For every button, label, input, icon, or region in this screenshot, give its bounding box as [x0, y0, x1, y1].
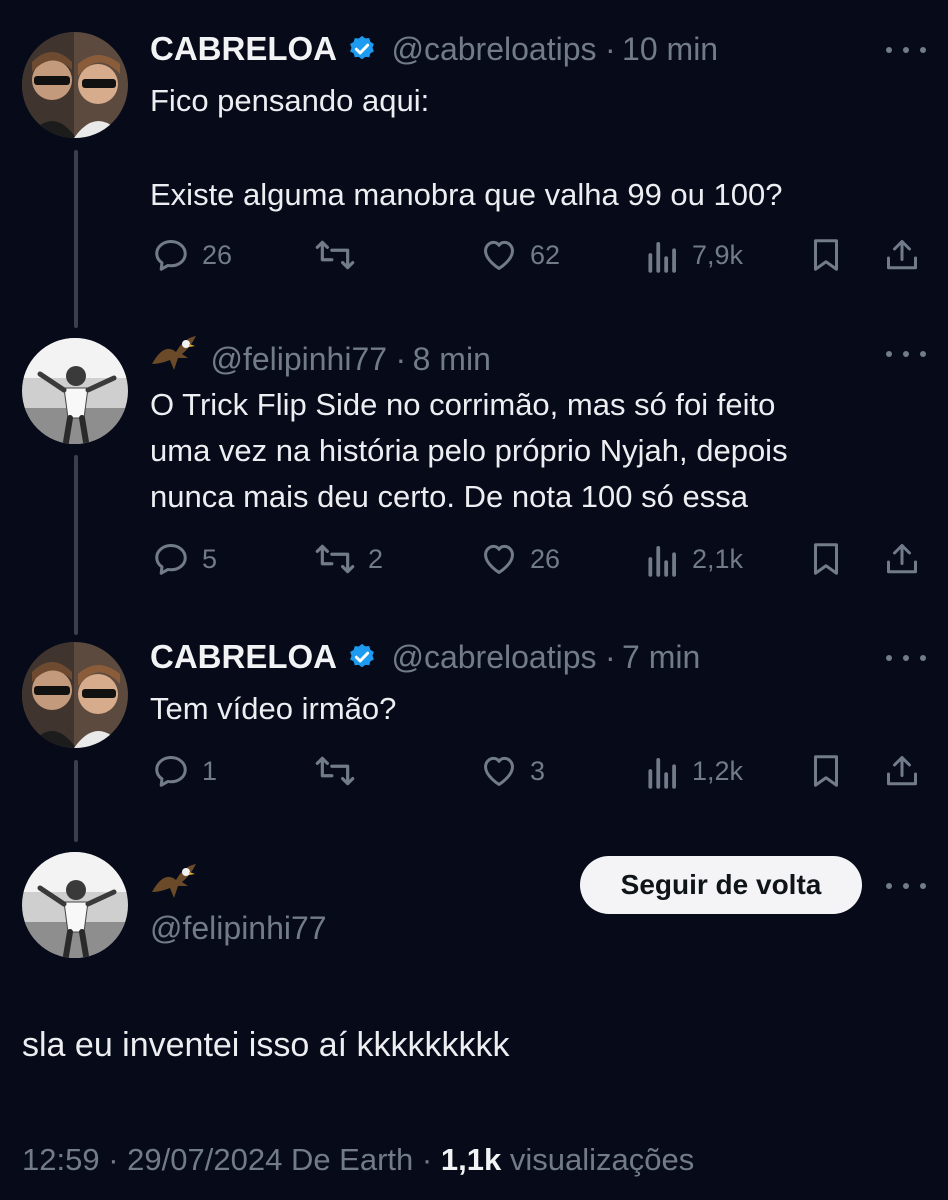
avatar-cabreloa[interactable]	[22, 642, 128, 748]
tweet-time[interactable]: 12:59	[22, 1142, 100, 1177]
views-count: 7,9k	[692, 239, 744, 270]
tweet1-header: CABRELOA @cabreloatips · 10 min	[150, 30, 718, 69]
share-icon	[887, 544, 917, 574]
views-total[interactable]: 1,1k	[441, 1142, 501, 1177]
eagle-icon	[150, 862, 198, 909]
avatar-cabreloa[interactable]	[22, 32, 128, 138]
reply-icon	[155, 756, 187, 787]
main-tweet-text: sla eu inventei isso aí kkkkkkkkk	[22, 1026, 510, 1064]
tweet-date[interactable]: 29/07/2024	[127, 1142, 282, 1177]
tweet-thread-page: CABRELOA @cabreloatips · 10 min Fico pen…	[0, 0, 948, 1200]
main-handle[interactable]: @felipinhi77	[150, 910, 327, 947]
tweet-source[interactable]: De Earth	[291, 1142, 413, 1177]
like-button[interactable]: 26	[480, 540, 560, 578]
tweet2-header: @felipinhi77 · 8 min	[150, 334, 491, 381]
avatar-felipinhi77[interactable]	[22, 852, 128, 958]
views-chart-icon	[648, 242, 676, 273]
views-button[interactable]: 7,9k	[646, 236, 743, 274]
handle[interactable]: @felipinhi77	[210, 341, 387, 377]
views-chart-icon	[648, 546, 676, 577]
share-icon	[887, 240, 917, 270]
tweet-meta: 12:59 · 29/07/2024 De Earth · 1,1k visua…	[22, 1142, 694, 1178]
retweet-button[interactable]	[314, 236, 368, 274]
thread-line	[74, 455, 78, 635]
bookmark-button[interactable]	[808, 236, 844, 274]
heart-icon	[484, 756, 514, 786]
like-button[interactable]: 3	[480, 752, 545, 790]
share-button[interactable]	[884, 236, 920, 274]
views-button[interactable]: 1,2k	[646, 752, 743, 790]
separator: ·	[604, 31, 616, 67]
heart-icon	[484, 544, 514, 574]
handle[interactable]: @cabreloatips	[391, 31, 596, 67]
eagle-icon	[150, 334, 198, 381]
separator: ·	[395, 341, 407, 377]
verified-badge-icon	[347, 642, 377, 677]
reply-button[interactable]: 5	[152, 540, 217, 578]
avatar-felipinhi77[interactable]	[22, 338, 128, 444]
bookmark-icon	[814, 755, 838, 787]
timestamp[interactable]: 10 min	[622, 31, 718, 67]
views-label: visualizações	[509, 1142, 695, 1177]
verified-badge-icon	[347, 34, 377, 69]
more-options-icon[interactable]	[886, 44, 926, 56]
retweet-icon	[315, 240, 355, 270]
views-button[interactable]: 2,1k	[646, 540, 743, 578]
separator: ·	[108, 1142, 119, 1177]
share-button[interactable]	[884, 752, 920, 790]
share-button[interactable]	[884, 540, 920, 578]
heart-icon	[484, 240, 514, 270]
bookmark-icon	[814, 239, 838, 271]
reply-count: 26	[202, 239, 233, 270]
bookmark-button[interactable]	[808, 540, 844, 578]
retweet-count: 2	[368, 543, 384, 574]
thread-line	[74, 150, 78, 328]
reply-icon	[155, 240, 187, 271]
follow-back-button[interactable]: Seguir de volta	[580, 856, 862, 914]
tweet3-header: CABRELOA @cabreloatips · 7 min	[150, 638, 700, 677]
retweet-icon	[315, 544, 355, 574]
timestamp[interactable]: 7 min	[622, 639, 700, 675]
like-count: 62	[530, 239, 561, 270]
like-count: 3	[530, 755, 546, 786]
like-button[interactable]: 62	[480, 236, 560, 274]
reply-count: 5	[202, 543, 218, 574]
timestamp[interactable]: 8 min	[413, 341, 491, 377]
more-options-icon[interactable]	[886, 348, 926, 360]
tweet-text: O Trick Flip Side no corrimão, mas só fo…	[150, 387, 788, 514]
tweet-text: Fico pensando aqui:	[150, 83, 430, 118]
tweet-text: Existe alguma manobra que valha 99 ou 10…	[150, 177, 783, 212]
bookmark-button[interactable]	[808, 752, 844, 790]
thread-line	[74, 760, 78, 842]
views-count: 1,2k	[692, 755, 744, 786]
reply-count: 1	[202, 755, 218, 786]
handle[interactable]: @cabreloatips	[391, 639, 596, 675]
reply-icon	[155, 544, 187, 575]
like-count: 26	[530, 543, 561, 574]
share-icon	[887, 756, 917, 786]
retweet-button[interactable]	[314, 752, 368, 790]
separator: ·	[604, 639, 616, 675]
separator: ·	[421, 1142, 433, 1177]
views-chart-icon	[648, 758, 676, 789]
reply-button[interactable]: 1	[152, 752, 217, 790]
retweet-icon	[315, 756, 355, 786]
tweet-text: Tem vídeo irmão?	[150, 691, 397, 726]
views-count: 2,1k	[692, 543, 744, 574]
reply-button[interactable]: 26	[152, 236, 232, 274]
display-name[interactable]: CABRELOA	[150, 30, 337, 67]
bookmark-icon	[814, 543, 838, 575]
more-options-icon[interactable]	[886, 652, 926, 664]
retweet-button[interactable]: 2	[314, 540, 383, 578]
more-options-icon[interactable]	[886, 880, 926, 892]
display-name[interactable]: CABRELOA	[150, 638, 337, 675]
